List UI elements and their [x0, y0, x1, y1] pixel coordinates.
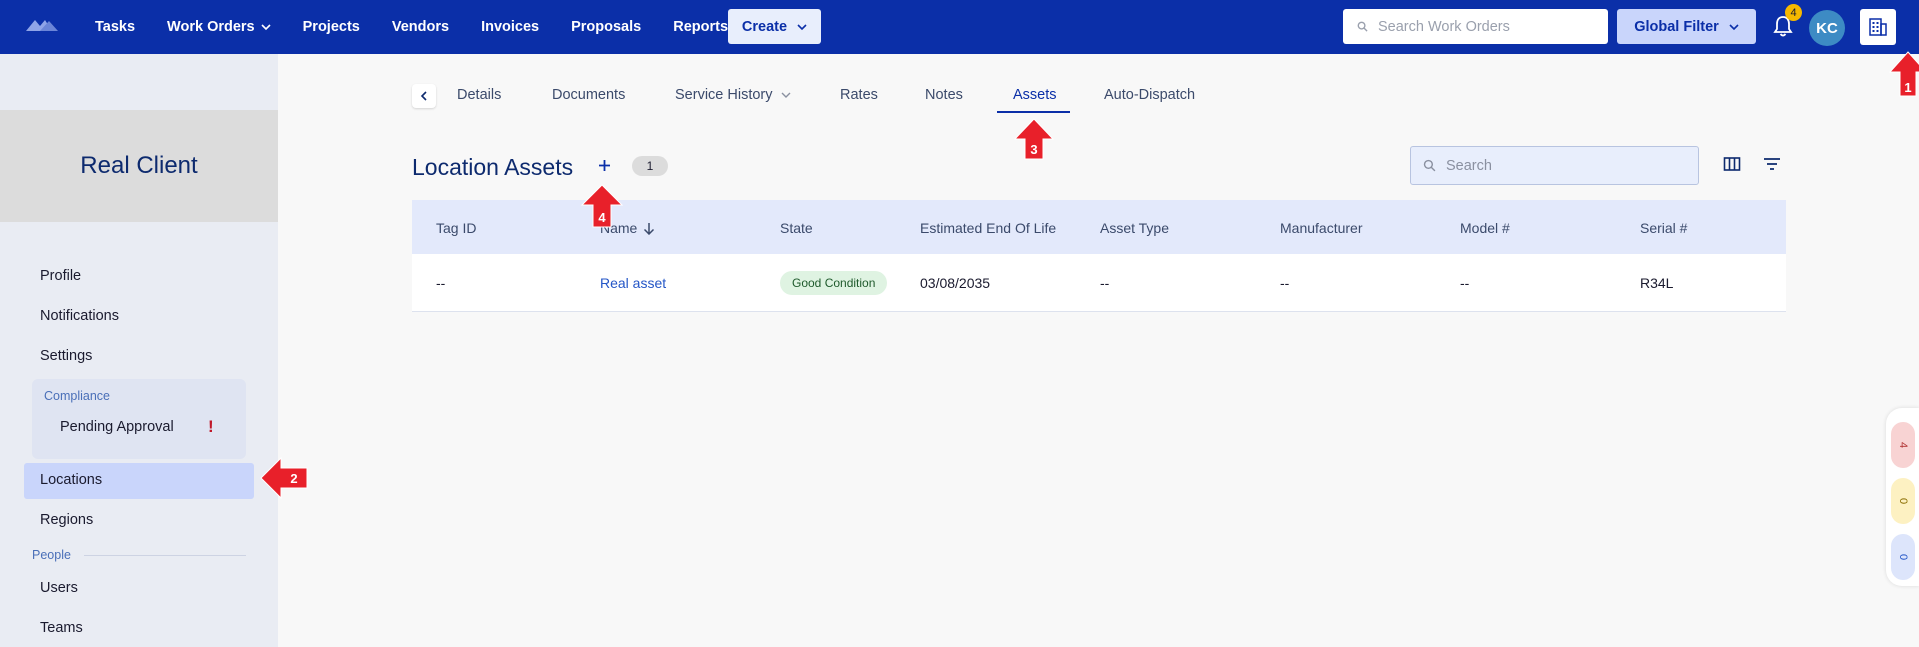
pill-value: 4 [1897, 441, 1909, 449]
global-filter-label: Global Filter [1634, 18, 1719, 35]
sidebar-item-settings[interactable]: Settings [40, 348, 92, 364]
nav-label: Proposals [571, 19, 642, 35]
side-count-rail: 4 0 0 [1886, 408, 1919, 586]
tab-label: Service History [675, 87, 773, 103]
sort-descending-icon [644, 222, 655, 235]
chevron-down-icon [797, 23, 807, 30]
pill-value: 0 [1897, 553, 1909, 561]
building-button[interactable] [1860, 9, 1896, 45]
annotation-arrow-up-icon: 3 [1013, 118, 1055, 160]
warning-icon: ! [208, 417, 214, 436]
notification-count-badge: 4 [1785, 4, 1802, 21]
annotation-number: 1 [1904, 80, 1911, 95]
plus-icon [598, 159, 610, 171]
annotation-number: 2 [290, 471, 297, 486]
avatar[interactable]: KC [1809, 10, 1845, 46]
cell-serial: R34L [1640, 275, 1674, 291]
columns-icon[interactable] [1723, 155, 1741, 173]
nav-label: Work Orders [167, 19, 255, 35]
nav-tasks[interactable]: Tasks [95, 19, 135, 35]
sidebar-item-regions[interactable]: Regions [40, 512, 93, 528]
work-order-search [1343, 9, 1608, 44]
nav-vendors[interactable]: Vendors [392, 19, 449, 35]
chevron-down-icon [781, 92, 790, 98]
sidebar-item-pending-approval[interactable]: Pending Approval [60, 419, 174, 435]
tab-service-history[interactable]: Service History [675, 87, 791, 103]
nav-invoices[interactable]: Invoices [481, 19, 539, 35]
cell-asset-type: -- [1100, 275, 1110, 291]
column-header-serial[interactable]: Serial # [1640, 220, 1687, 236]
cell-tag-id: -- [436, 275, 446, 291]
column-header-end-of-life[interactable]: Estimated End Of Life [920, 220, 1056, 236]
annotation-arrow-up-icon: 1 [1888, 51, 1919, 97]
section-divider [84, 555, 246, 556]
client-name: Real Client [0, 110, 278, 222]
compliance-group: Compliance Pending Approval ! [32, 379, 246, 459]
annotation-number: 3 [1030, 142, 1037, 157]
building-icon [1869, 18, 1887, 36]
cell-manufacturer: -- [1280, 275, 1290, 291]
tab-rates[interactable]: Rates [840, 87, 878, 103]
column-header-manufacturer[interactable]: Manufacturer [1280, 220, 1362, 236]
chevron-down-icon [261, 24, 271, 31]
sidebar-item-locations[interactable]: Locations [40, 472, 102, 488]
sidebar-item-profile[interactable]: Profile [40, 268, 81, 284]
sidebar: Real Client Profile Notifications Settin… [0, 54, 278, 647]
nav-label: Reports [673, 19, 729, 35]
global-filter-button[interactable]: Global Filter [1617, 9, 1756, 44]
compliance-label: Compliance [44, 389, 111, 403]
pill-value: 0 [1897, 497, 1909, 505]
chevron-left-icon [420, 91, 427, 101]
main-nav: Tasks Work Orders Projects Vendors Invoi… [95, 0, 760, 54]
tab-details[interactable]: Details [457, 87, 501, 103]
column-header-model[interactable]: Model # [1460, 220, 1510, 236]
asset-count-badge: 1 [632, 156, 668, 176]
page-title: Location Assets [412, 154, 574, 180]
tab-assets[interactable]: Assets [1013, 87, 1057, 103]
blue-count-pill[interactable]: 0 [1891, 534, 1915, 580]
asset-name-link[interactable]: Real asset [600, 275, 666, 291]
sidebar-item-notifications[interactable]: Notifications [40, 308, 119, 324]
asset-search-input[interactable] [1446, 157, 1686, 174]
back-button[interactable] [412, 84, 436, 108]
column-header-state[interactable]: State [780, 220, 813, 236]
search-icon [1423, 159, 1436, 172]
active-tab-indicator [997, 111, 1070, 113]
column-header-asset-type[interactable]: Asset Type [1100, 220, 1169, 236]
cell-model: -- [1460, 275, 1470, 291]
sidebar-item-teams[interactable]: Teams [40, 620, 83, 636]
nav-projects[interactable]: Projects [303, 19, 360, 35]
nav-proposals[interactable]: Proposals [571, 19, 641, 35]
top-nav-bar: Tasks Work Orders Projects Vendors Invoi… [0, 0, 1919, 54]
filter-icon[interactable] [1763, 156, 1781, 172]
red-count-pill[interactable]: 4 [1891, 422, 1915, 468]
column-header-tag-id[interactable]: Tag ID [436, 220, 476, 236]
asset-search [1410, 146, 1699, 185]
tab-auto-dispatch[interactable]: Auto-Dispatch [1104, 87, 1195, 103]
tab-documents[interactable]: Documents [552, 87, 625, 103]
add-asset-button[interactable] [592, 153, 616, 177]
nav-label: Vendors [391, 19, 450, 35]
nav-label: Tasks [95, 19, 136, 35]
nav-label: Projects [302, 19, 360, 35]
annotation-number: 4 [598, 210, 606, 225]
cell-end-of-life: 03/08/2035 [920, 275, 991, 291]
sidebar-item-users[interactable]: Users [40, 580, 78, 596]
nav-reports[interactable]: Reports [673, 19, 728, 35]
logo-icon[interactable] [26, 18, 62, 32]
yellow-count-pill[interactable]: 0 [1891, 478, 1915, 524]
nav-label: Invoices [481, 19, 540, 35]
annotation-arrow-left-icon: 2 [260, 456, 308, 500]
people-section-label: People [32, 548, 71, 562]
tab-notes[interactable]: Notes [925, 87, 963, 103]
create-button[interactable]: Create [728, 9, 821, 44]
status-badge: Good Condition [780, 271, 888, 295]
search-icon [1357, 21, 1368, 32]
annotation-arrow-up-icon: 4 [580, 184, 624, 228]
work-order-search-input[interactable] [1378, 18, 1598, 35]
nav-work-orders[interactable]: Work Orders [167, 19, 271, 35]
chevron-down-icon [1729, 23, 1739, 30]
create-label: Create [741, 18, 788, 35]
